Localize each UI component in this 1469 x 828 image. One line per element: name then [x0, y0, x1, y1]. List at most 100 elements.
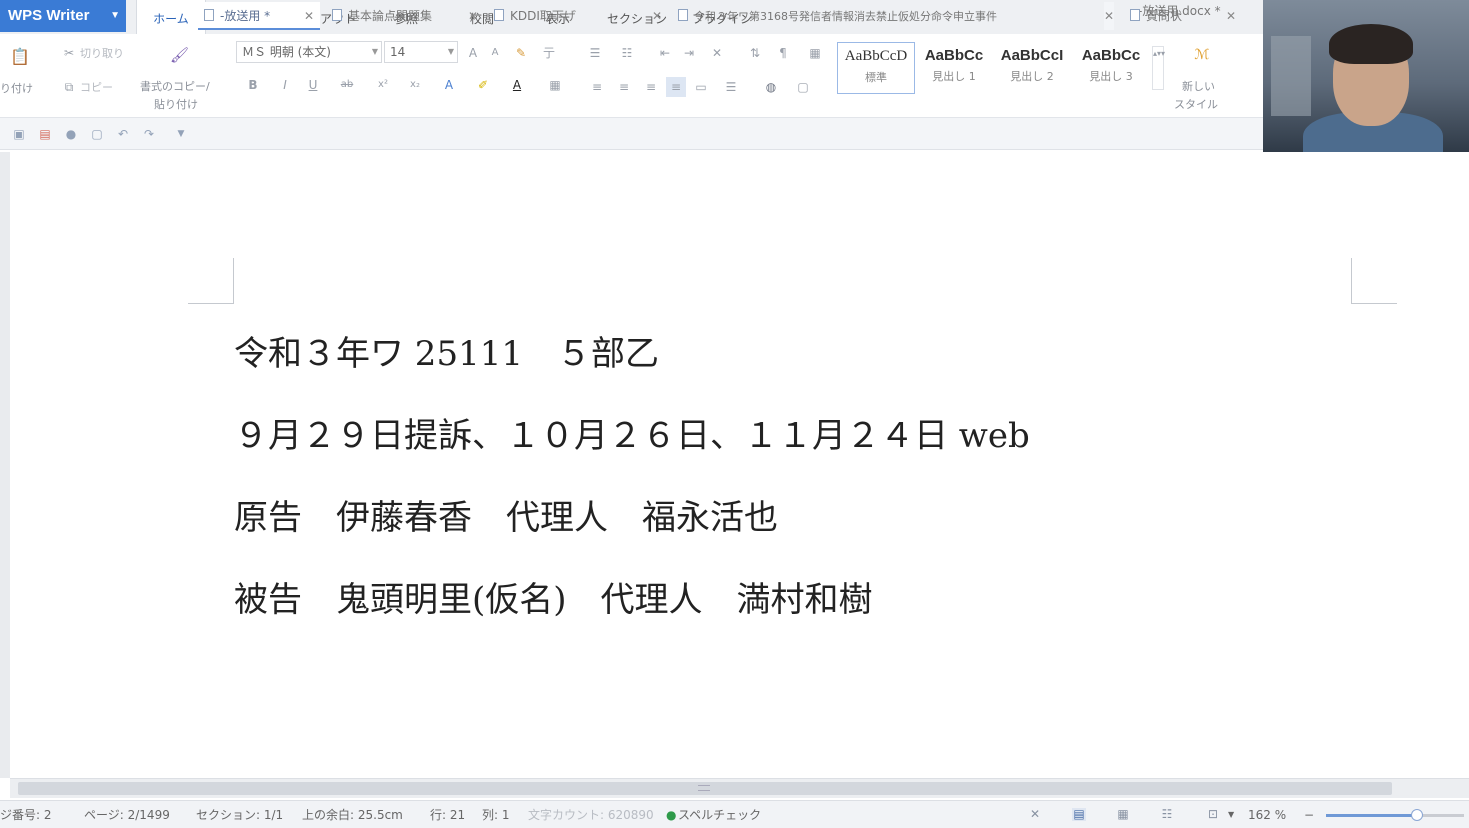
superscript-icon[interactable]: x²	[376, 78, 390, 92]
char-shading-icon[interactable]: ▦	[548, 78, 562, 92]
document-icon	[1130, 9, 1140, 21]
export-pdf-icon[interactable]: ▤	[38, 127, 52, 141]
zoom-slider-fill	[1326, 814, 1417, 817]
close-icon[interactable]: ✕	[1226, 2, 1236, 30]
style-heading-1[interactable]: AaBbCc 見出し 1	[915, 42, 993, 94]
close-icon[interactable]: ✕	[652, 2, 662, 30]
doc-tab-label: 基本論点問題集	[348, 9, 433, 23]
highlight-icon[interactable]: ✐	[476, 78, 490, 92]
zoom-slider-handle[interactable]	[1411, 809, 1423, 821]
text-effect-icon[interactable]: A	[442, 78, 456, 92]
zoom-slider[interactable]	[1326, 809, 1464, 821]
reading-mode-icon[interactable]: ✕	[1028, 808, 1042, 821]
redo-icon[interactable]: ↷	[142, 127, 156, 141]
font-size-select[interactable]: 14 ▼	[384, 41, 458, 63]
new-style-label-1[interactable]: 新しい	[1182, 78, 1215, 94]
undo-icon[interactable]: ↶	[116, 127, 130, 141]
underline-icon[interactable]: U	[306, 78, 320, 92]
grow-font-icon[interactable]: A	[466, 46, 480, 60]
line-spacing-icon[interactable]: ☰	[724, 80, 738, 94]
webcam-overlay	[1263, 0, 1469, 152]
increase-indent-icon[interactable]: ⇥	[682, 46, 696, 60]
tab-home[interactable]: ホーム	[136, 0, 206, 34]
subscript-icon[interactable]: x₂	[408, 78, 422, 92]
show-marks-icon[interactable]: ¶	[776, 46, 790, 60]
status-column: 列: 1	[482, 808, 510, 822]
doc-tab-item[interactable]: 基本論点問題集 ✕	[326, 2, 484, 30]
doc-tab-current[interactable]: -放送用 * ✕	[198, 2, 320, 30]
fit-page-icon[interactable]: ⊡	[1206, 808, 1220, 821]
print-icon[interactable]: ●	[64, 127, 78, 141]
align-center-icon[interactable]: ≡	[617, 80, 631, 94]
paste-icon[interactable]: 📋	[10, 49, 30, 70]
font-name-select[interactable]: ＭＳ 明朝 (本文) ▼	[236, 41, 382, 63]
borders-icon[interactable]: ▢	[796, 80, 810, 94]
style-normal[interactable]: AaBbCcD 標準	[837, 42, 915, 94]
background-object	[1271, 36, 1311, 116]
phonetic-guide-icon[interactable]: 亍	[542, 46, 556, 60]
presenter-hair	[1329, 24, 1413, 64]
status-char-count[interactable]: 文字カウント: 620890	[528, 801, 654, 828]
web-layout-icon[interactable]: ▦	[1116, 808, 1130, 821]
chevron-down-icon[interactable]: ▼	[1228, 801, 1234, 828]
numbering-icon[interactable]: ☷	[620, 46, 634, 60]
new-style-label-2[interactable]: スタイル	[1174, 96, 1218, 112]
new-style-icon[interactable]: ℳ	[1192, 48, 1212, 66]
horizontal-scrollbar[interactable]	[10, 778, 1469, 798]
distribute-icon[interactable]: ▭	[694, 80, 708, 94]
align-left-icon[interactable]: ≡	[590, 80, 604, 94]
paste-label[interactable]: り付け	[0, 80, 33, 96]
bullets-icon[interactable]: ☰	[588, 46, 602, 60]
styles-scroll-icon[interactable]: ▴▾▾	[1152, 46, 1165, 90]
close-icon[interactable]: ✕	[1103, 2, 1114, 30]
document-line-3[interactable]: 原告 伊藤春香 代理人 福永活也	[234, 490, 778, 539]
chevron-down-icon[interactable]: ▼	[174, 127, 188, 141]
style-heading-2[interactable]: AaBbCcI 見出し 2	[993, 42, 1071, 94]
style-heading-3[interactable]: AaBbCc 見出し 3	[1072, 42, 1150, 94]
document-line-4[interactable]: 被告 鬼頭明里(仮名) 代理人 満村和樹	[234, 572, 873, 621]
app-menu-button[interactable]: WPS Writer ▼	[0, 0, 126, 32]
zoom-level[interactable]: 162 %	[1248, 801, 1286, 828]
zoom-out-icon[interactable]: −	[1304, 801, 1314, 828]
status-margin: 上の余白: 25.5cm	[302, 808, 403, 822]
italic-icon[interactable]: I	[278, 78, 292, 92]
table-icon[interactable]: ▦	[808, 46, 822, 60]
style-name: 見出し 2	[1010, 70, 1054, 83]
strikethrough-icon[interactable]: ab	[340, 78, 354, 92]
close-icon[interactable]: ✕	[304, 2, 314, 30]
document-line-2[interactable]: ９月２９日提訴、１０月２６日、１１月２４日 web	[234, 408, 1030, 457]
shading-icon[interactable]: ◍	[764, 80, 778, 94]
bold-icon[interactable]: B	[246, 78, 260, 92]
format-painter-icon[interactable]: 🖌	[170, 48, 189, 66]
font-color-icon[interactable]: A	[510, 78, 524, 92]
copy-icon[interactable]: ⧉	[62, 80, 76, 94]
doc-tab-label: 令和３年ワ第3168号発信者情報消去禁止仮処分命令申立事件	[694, 10, 997, 23]
format-painter-label-2[interactable]: 貼り付け	[154, 96, 198, 112]
status-page-number[interactable]: ジ番号: 2	[0, 801, 52, 828]
shrink-font-icon[interactable]: A	[488, 46, 502, 60]
save-icon[interactable]: ▣	[12, 127, 26, 141]
doc-tab-item[interactable]: 質問状 ✕	[1124, 2, 1242, 30]
decrease-indent-icon[interactable]: ⇤	[658, 46, 672, 60]
document-line-1[interactable]: 令和３年ワ 25111 ５部乙	[234, 326, 659, 375]
outline-view-icon[interactable]: ☷	[1160, 808, 1174, 821]
scissors-icon[interactable]: ✂	[62, 46, 76, 60]
page-corner-mark-left	[188, 258, 234, 304]
copy-label[interactable]: コピー	[80, 79, 113, 95]
doc-tab-item[interactable]: 令和３年ワ第3168号発信者情報消去禁止仮処分命令申立事件 ✕	[672, 2, 1120, 30]
doc-tab-item[interactable]: KDDI取下げ ✕	[488, 2, 668, 30]
close-icon[interactable]: ✕	[468, 2, 478, 30]
clear-format-icon[interactable]: ✎	[514, 46, 528, 60]
cut-label[interactable]: 切り取り	[80, 45, 124, 61]
justify-icon[interactable]: ≡	[666, 77, 686, 97]
sort-icon[interactable]: ⇅	[748, 46, 762, 60]
document-canvas[interactable]	[0, 152, 1469, 778]
align-right-icon[interactable]: ≡	[644, 80, 658, 94]
status-spell-check[interactable]: スペルチェック	[678, 801, 761, 828]
print-layout-icon[interactable]: ▤	[1072, 808, 1086, 821]
format-painter-label-1[interactable]: 書式のコピー/	[140, 78, 210, 94]
print-preview-icon[interactable]: ▢	[90, 127, 104, 141]
status-page[interactable]: ページ: 2/1499	[84, 801, 170, 828]
status-bar: ジ番号: 2 ページ: 2/1499 セクション: 1/1 上の余白: 25.5…	[0, 800, 1469, 828]
chinese-layout-icon[interactable]: ✕	[710, 46, 724, 60]
